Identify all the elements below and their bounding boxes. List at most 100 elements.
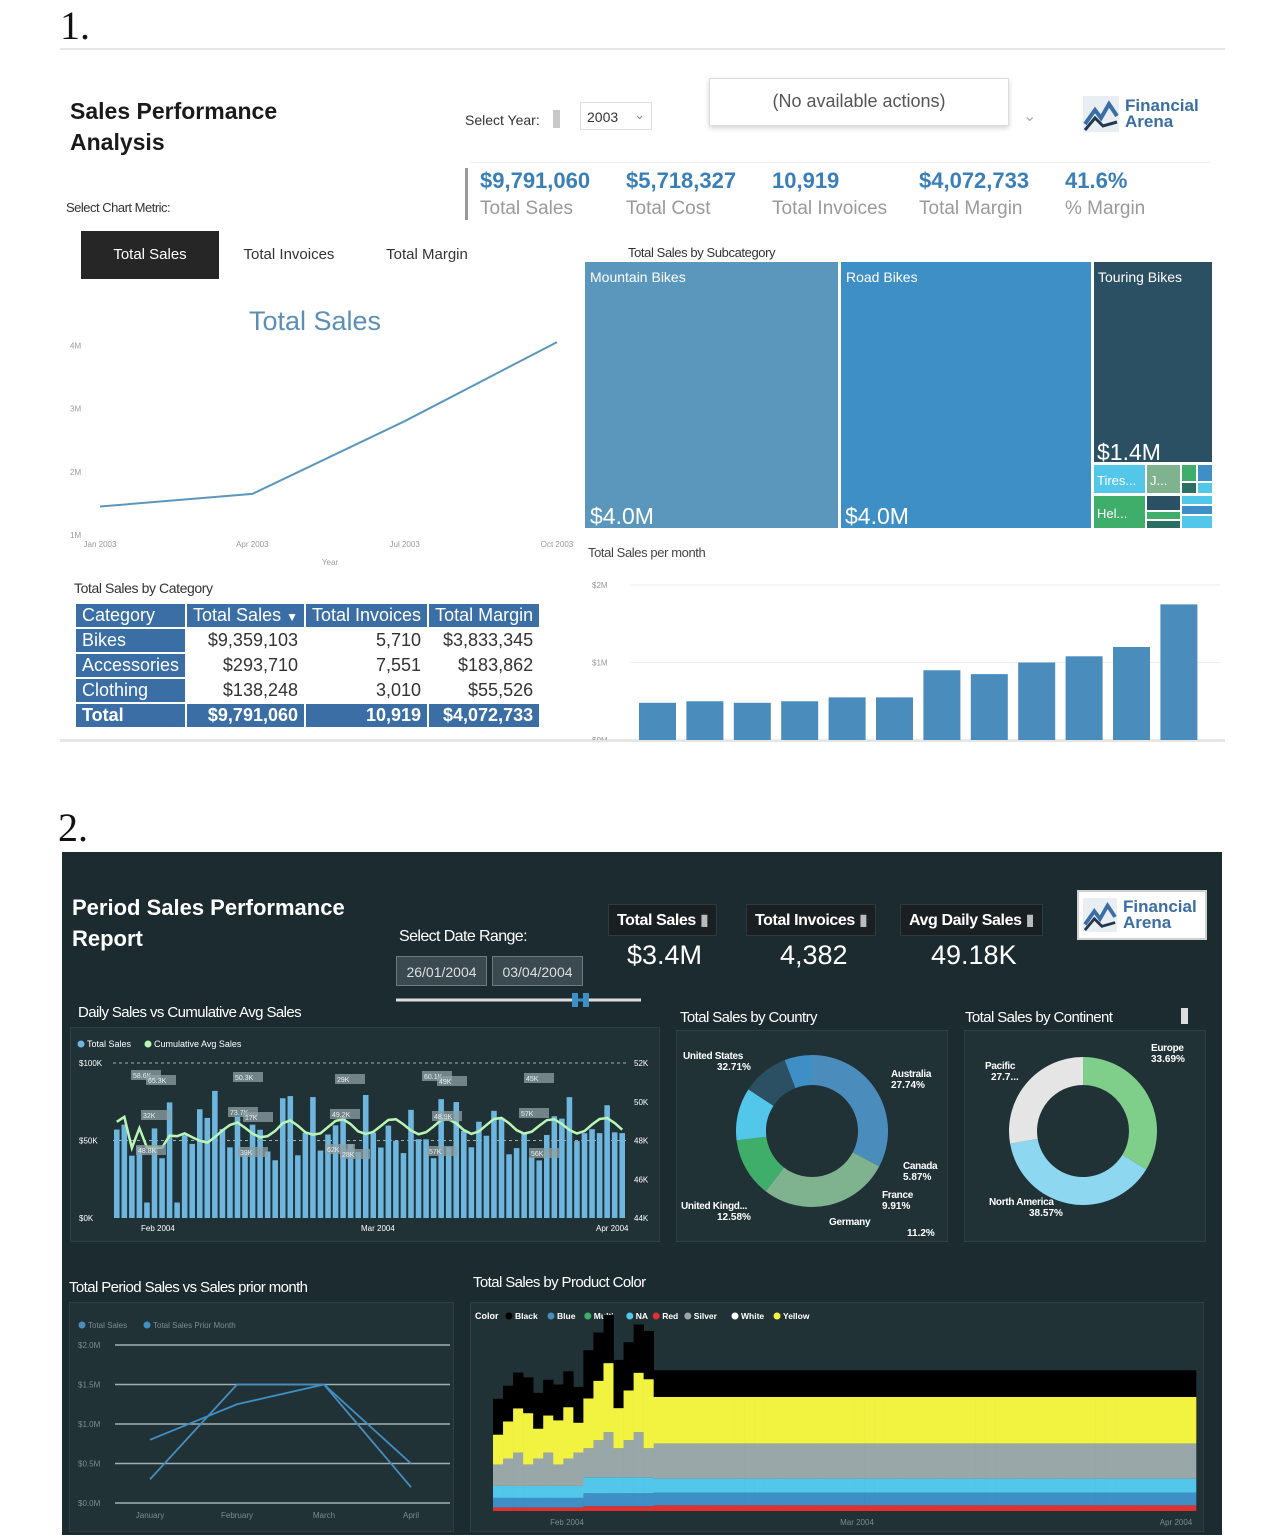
stack-segment <box>924 1505 936 1511</box>
kpi-bar-icon: ▮ <box>858 912 868 929</box>
kpi-total-invoices: 10,919 Total Invoices <box>772 168 887 220</box>
stack-segment <box>553 1384 564 1421</box>
treemap-tile-small[interactable] <box>1147 496 1180 510</box>
tab-total-invoices[interactable]: Total Invoices <box>225 231 353 279</box>
treemap-tile-small[interactable] <box>1147 521 1180 528</box>
stack-segment <box>844 1370 855 1397</box>
stack-segment <box>503 1485 514 1498</box>
slicer-eraser-icon[interactable] <box>1181 1008 1188 1024</box>
stack-segment <box>1095 1443 1106 1479</box>
country-title: Total Sales by Country <box>680 1009 817 1026</box>
table-row[interactable]: Clothing $138,248 3,010 $55,526 <box>73 677 542 704</box>
stack-segment <box>513 1507 524 1511</box>
stack-segment <box>954 1505 966 1511</box>
slice-label: United Kingd... <box>681 1201 748 1212</box>
stack-segment <box>975 1492 986 1506</box>
stack-segment <box>673 1505 685 1511</box>
table-cell: Total <box>73 702 188 729</box>
section-number-1: 1. <box>60 3 90 48</box>
stack-segment <box>1165 1478 1177 1493</box>
legend-dot <box>144 1040 152 1048</box>
stack-segment <box>754 1443 765 1479</box>
stack-segment <box>693 1505 705 1511</box>
stack-segment <box>834 1505 845 1511</box>
stack-segment <box>513 1372 524 1409</box>
stack-segment <box>965 1396 976 1444</box>
y-tick-label: 2M <box>70 468 81 477</box>
stack-segment <box>874 1492 885 1506</box>
no-actions-tooltip: (No available actions) <box>709 78 1009 126</box>
slicer-eraser-icon[interactable] <box>553 110 560 128</box>
title-line-1: Sales Performance <box>70 98 278 124</box>
data-label: 50.3K <box>235 1075 254 1082</box>
section-number-2: 2. <box>58 805 88 850</box>
column-header[interactable]: Total Invoices <box>303 602 430 629</box>
treemap-tile-touring-bikes[interactable] <box>1094 262 1212 462</box>
x-tick-label: January <box>136 1511 164 1520</box>
year-dropdown[interactable]: 2003 ⌄ <box>580 102 652 130</box>
stack-segment <box>513 1408 524 1453</box>
stack-segment <box>1045 1370 1056 1397</box>
total-sales-line-chart: Total Sales 1M 2M 3M 4M Jan 2003 Apr 2003 Jul 2… <box>70 306 574 565</box>
stack-segment <box>563 1497 574 1508</box>
x-tick-label: Feb 2004 <box>141 1224 175 1233</box>
column-header[interactable]: Total Sales ▼ <box>185 602 306 629</box>
kpi-total-margin: $4,072,733 Total Margin <box>919 168 1029 220</box>
treemap-tile-small[interactable] <box>1198 465 1212 481</box>
table-row[interactable]: Bikes $9,359,103 5,710 $3,833,345 <box>73 627 542 654</box>
stack-segment <box>754 1492 765 1506</box>
tab-total-sales[interactable]: Total Sales <box>81 231 219 279</box>
donut-slice <box>1083 1057 1157 1170</box>
stack-segment <box>864 1492 875 1506</box>
stack-segment <box>513 1485 524 1498</box>
kpi-header-total-sales: Total Sales ▮ <box>608 904 718 936</box>
stack-segment <box>623 1506 634 1511</box>
tab-total-margin[interactable]: Total Margin <box>363 231 491 279</box>
data-label: 45K <box>526 1076 539 1083</box>
treemap-tile-small[interactable] <box>1182 483 1196 493</box>
x-axis-label: Year <box>322 558 339 565</box>
stack-segment <box>1175 1443 1187 1479</box>
daily-bar <box>408 1109 414 1218</box>
stack-segment <box>1135 1443 1147 1479</box>
period-sales-line-chart: Total Sales Total Sales Prior Month $0.0M $… <box>78 1321 450 1520</box>
stack-segment <box>723 1478 735 1493</box>
daily-bar <box>559 1118 565 1218</box>
stack-segment <box>613 1477 624 1494</box>
kpi-label: Total Cost <box>626 198 711 219</box>
treemap-tile-small[interactable] <box>1182 516 1212 528</box>
column-header[interactable]: Total Margin <box>427 602 542 629</box>
stack-segment <box>884 1492 896 1506</box>
stack-segment <box>603 1363 614 1433</box>
table-row[interactable]: Accessories $293,710 7,551 $183,862 <box>73 652 542 679</box>
stack-segment <box>1055 1505 1066 1511</box>
treemap-tile-small[interactable] <box>1182 496 1212 504</box>
stack-segment <box>814 1396 825 1444</box>
date-to-input[interactable]: 03/04/2004 <box>492 956 583 986</box>
daily-bar <box>491 1110 497 1218</box>
treemap-tile-small[interactable] <box>1147 512 1180 519</box>
stack-segment <box>503 1421 514 1459</box>
daily-bar <box>174 1202 180 1218</box>
treemap-tile-small[interactable] <box>1182 465 1196 481</box>
column-header[interactable]: Category <box>73 602 188 629</box>
daily-bar <box>536 1160 543 1218</box>
slice-label: Canada <box>903 1161 938 1172</box>
daily-bar <box>415 1139 422 1218</box>
chevron-down-icon[interactable]: ⌄ <box>1023 106 1036 126</box>
date-range-slider[interactable] <box>396 992 644 1010</box>
treemap-tile-road-bikes[interactable] <box>841 262 1091 528</box>
treemap-tile-mountain-bikes[interactable] <box>585 262 838 528</box>
daily-bar <box>551 1116 558 1218</box>
treemap-tile-small[interactable] <box>1182 506 1212 514</box>
treemap-tile-small[interactable] <box>1198 483 1212 493</box>
month-bar <box>1160 604 1198 740</box>
date-from-input[interactable]: 26/01/2004 <box>396 956 487 986</box>
stack-segment <box>563 1407 574 1459</box>
stack-segment <box>834 1370 845 1397</box>
stack-segment <box>944 1505 956 1511</box>
page-title: Sales Performance Analysis <box>70 96 277 158</box>
daily-bar <box>581 1133 588 1218</box>
product-color-title: Total Sales by Product Color <box>473 1274 646 1291</box>
date-range-label: Select Date Range: <box>399 928 528 945</box>
